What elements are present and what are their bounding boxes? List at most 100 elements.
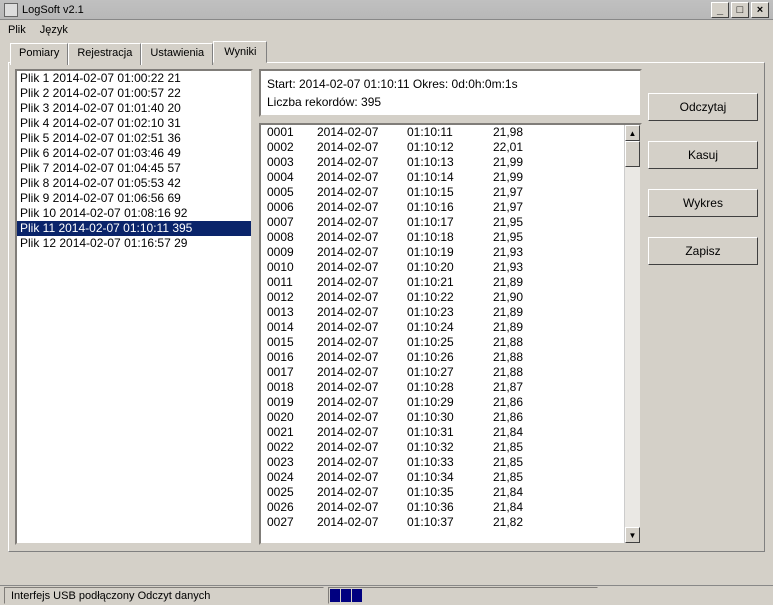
tab-page-wyniki: Plik 1 2014-02-07 01:00:22 21Plik 2 2014… (8, 62, 765, 552)
file-list-item[interactable]: Plik 7 2014-02-07 01:04:45 57 (17, 161, 251, 176)
menu-bar: Plik Język (0, 20, 773, 40)
scroll-down-button[interactable]: ▼ (625, 527, 640, 543)
cell-value: 21,93 (493, 245, 553, 260)
cell-time: 01:10:26 (407, 350, 493, 365)
file-list-item[interactable]: Plik 12 2014-02-07 01:16:57 29 (17, 236, 251, 251)
file-list-item[interactable]: Plik 10 2014-02-07 01:08:16 92 (17, 206, 251, 221)
cell-date: 2014-02-07 (317, 335, 407, 350)
cell-time: 01:10:29 (407, 395, 493, 410)
cell-id: 0013 (267, 305, 317, 320)
record-row[interactable]: 00142014-02-0701:10:2421,89 (261, 320, 624, 335)
cell-date: 2014-02-07 (317, 290, 407, 305)
cell-time: 01:10:23 (407, 305, 493, 320)
tab-wyniki[interactable]: Wyniki (213, 41, 267, 63)
cell-time: 01:10:30 (407, 410, 493, 425)
cell-id: 0006 (267, 200, 317, 215)
record-row[interactable]: 00132014-02-0701:10:2321,89 (261, 305, 624, 320)
cell-value: 21,84 (493, 485, 553, 500)
cell-value: 21,82 (493, 515, 553, 530)
cell-date: 2014-02-07 (317, 215, 407, 230)
cell-value: 21,85 (493, 440, 553, 455)
record-row[interactable]: 00192014-02-0701:10:2921,86 (261, 395, 624, 410)
record-row[interactable]: 00262014-02-0701:10:3621,84 (261, 500, 624, 515)
record-row[interactable]: 00102014-02-0701:10:2021,93 (261, 260, 624, 275)
scroll-track[interactable] (625, 167, 640, 527)
menu-plik[interactable]: Plik (8, 24, 26, 36)
record-row[interactable]: 00042014-02-0701:10:1421,99 (261, 170, 624, 185)
record-row[interactable]: 00012014-02-0701:10:1121,98 (261, 125, 624, 140)
cell-time: 01:10:16 (407, 200, 493, 215)
record-row[interactable]: 00022014-02-0701:10:1222,01 (261, 140, 624, 155)
wykres-button[interactable]: Wykres (648, 189, 758, 217)
cell-date: 2014-02-07 (317, 155, 407, 170)
cell-value: 21,97 (493, 185, 553, 200)
cell-date: 2014-02-07 (317, 320, 407, 335)
cell-value: 22,01 (493, 140, 553, 155)
window-title: LogSoft v2.1 (22, 4, 709, 16)
record-row[interactable]: 00092014-02-0701:10:1921,93 (261, 245, 624, 260)
records-body[interactable]: 00012014-02-0701:10:1121,9800022014-02-0… (261, 125, 624, 543)
scroll-thumb[interactable] (625, 141, 640, 167)
cell-id: 0014 (267, 320, 317, 335)
file-list-item[interactable]: Plik 1 2014-02-07 01:00:22 21 (17, 71, 251, 86)
scroll-up-button[interactable]: ▲ (625, 125, 640, 141)
record-row[interactable]: 00242014-02-0701:10:3421,85 (261, 470, 624, 485)
record-row[interactable]: 00172014-02-0701:10:2721,88 (261, 365, 624, 380)
cell-id: 0001 (267, 125, 317, 140)
record-row[interactable]: 00082014-02-0701:10:1821,95 (261, 230, 624, 245)
record-row[interactable]: 00152014-02-0701:10:2521,88 (261, 335, 624, 350)
cell-id: 0011 (267, 275, 317, 290)
record-row[interactable]: 00182014-02-0701:10:2821,87 (261, 380, 624, 395)
record-row[interactable]: 00032014-02-0701:10:1321,99 (261, 155, 624, 170)
file-list-item[interactable]: Plik 6 2014-02-07 01:03:46 49 (17, 146, 251, 161)
cell-date: 2014-02-07 (317, 425, 407, 440)
cell-id: 0016 (267, 350, 317, 365)
file-list-item[interactable]: Plik 2 2014-02-07 01:00:57 22 (17, 86, 251, 101)
record-row[interactable]: 00062014-02-0701:10:1621,97 (261, 200, 624, 215)
cell-date: 2014-02-07 (317, 275, 407, 290)
maximize-button[interactable]: □ (731, 2, 749, 18)
file-list-item[interactable]: Plik 8 2014-02-07 01:05:53 42 (17, 176, 251, 191)
tab-pomiary[interactable]: Pomiary (10, 43, 68, 65)
minimize-button[interactable]: _ (711, 2, 729, 18)
record-row[interactable]: 00252014-02-0701:10:3521,84 (261, 485, 624, 500)
record-row[interactable]: 00122014-02-0701:10:2221,90 (261, 290, 624, 305)
file-list-item[interactable]: Plik 3 2014-02-07 01:01:40 20 (17, 101, 251, 116)
close-button[interactable]: × (751, 2, 769, 18)
cell-date: 2014-02-07 (317, 245, 407, 260)
cell-date: 2014-02-07 (317, 185, 407, 200)
tab-ustawienia[interactable]: Ustawienia (141, 43, 213, 65)
record-row[interactable]: 00072014-02-0701:10:1721,95 (261, 215, 624, 230)
kasuj-button[interactable]: Kasuj (648, 141, 758, 169)
cell-value: 21,84 (493, 500, 553, 515)
file-list-item[interactable]: Plik 4 2014-02-07 01:02:10 31 (17, 116, 251, 131)
odczytaj-button[interactable]: Odczytaj (648, 93, 758, 121)
status-bar: Interfejs USB podłączony Odczyt danych (0, 585, 773, 605)
record-row[interactable]: 00162014-02-0701:10:2621,88 (261, 350, 624, 365)
file-list[interactable]: Plik 1 2014-02-07 01:00:22 21Plik 2 2014… (15, 69, 253, 545)
cell-date: 2014-02-07 (317, 200, 407, 215)
zapisz-button[interactable]: Zapisz (648, 237, 758, 265)
records-scrollbar[interactable]: ▲ ▼ (624, 125, 640, 543)
cell-date: 2014-02-07 (317, 515, 407, 530)
cell-time: 01:10:19 (407, 245, 493, 260)
record-row[interactable]: 00222014-02-0701:10:3221,85 (261, 440, 624, 455)
record-row[interactable]: 00202014-02-0701:10:3021,86 (261, 410, 624, 425)
cell-value: 21,89 (493, 305, 553, 320)
record-row[interactable]: 00112014-02-0701:10:2121,89 (261, 275, 624, 290)
record-row[interactable]: 00232014-02-0701:10:3321,85 (261, 455, 624, 470)
record-row[interactable]: 00212014-02-0701:10:3121,84 (261, 425, 624, 440)
info-count-line: Liczba rekordów: 395 (267, 93, 634, 111)
cell-time: 01:10:13 (407, 155, 493, 170)
file-list-item[interactable]: Plik 11 2014-02-07 01:10:11 395 (17, 221, 251, 236)
record-row[interactable]: 00052014-02-0701:10:1521,97 (261, 185, 624, 200)
cell-time: 01:10:36 (407, 500, 493, 515)
menu-jezyk[interactable]: Język (40, 24, 68, 36)
status-text: Interfejs USB podłączony Odczyt danych (4, 587, 324, 604)
file-list-item[interactable]: Plik 9 2014-02-07 01:06:56 69 (17, 191, 251, 206)
record-row[interactable]: 00272014-02-0701:10:3721,82 (261, 515, 624, 530)
file-list-item[interactable]: Plik 5 2014-02-07 01:02:51 36 (17, 131, 251, 146)
cell-time: 01:10:17 (407, 215, 493, 230)
tab-rejestracja[interactable]: Rejestracja (68, 43, 141, 65)
progress-block (330, 589, 340, 602)
